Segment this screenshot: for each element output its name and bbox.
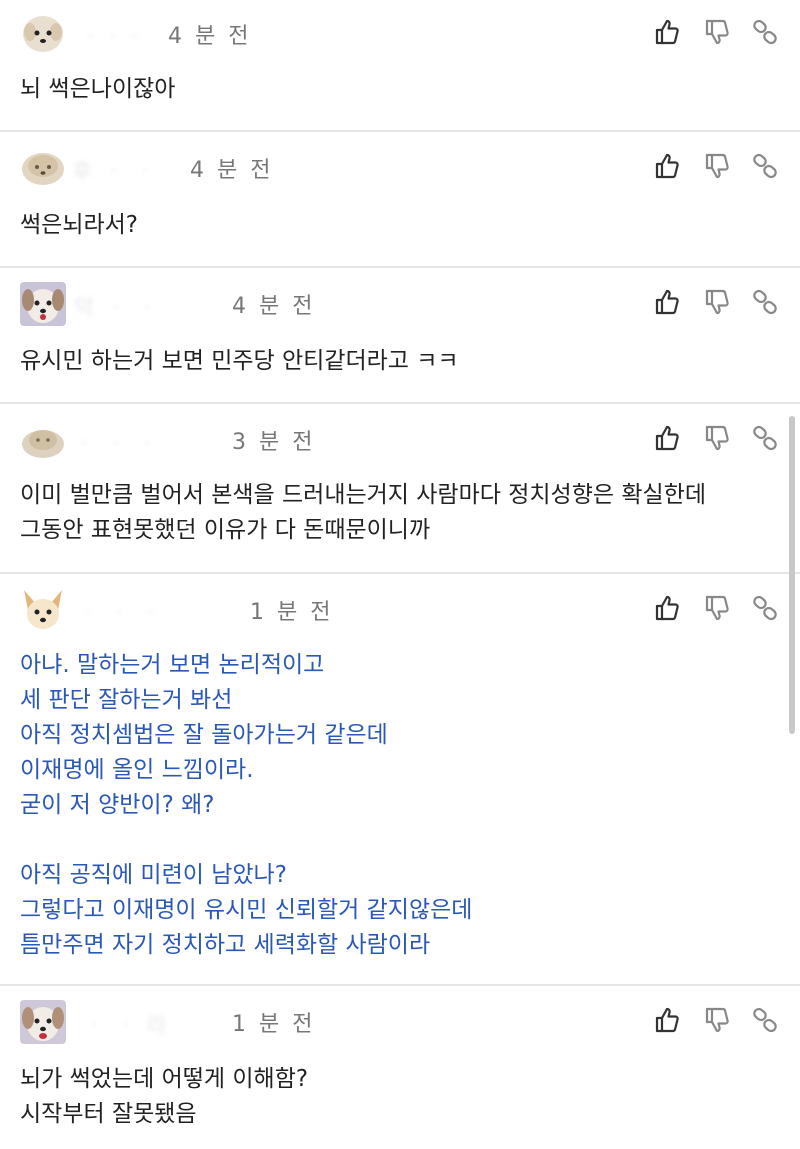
thumbs-down-icon	[705, 19, 729, 45]
share-button[interactable]	[752, 288, 778, 316]
avatar[interactable]	[20, 282, 66, 326]
thumbs-up-icon	[655, 153, 679, 179]
share-button[interactable]	[752, 1006, 778, 1034]
comment-header: ㆍ ㆍ ㆍ 3 분 전	[0, 406, 800, 470]
comment-item: ㆍ ㆍ ㆍ 1 분 전 아냐. 말하는거 보면 논리적이고 세 판단 잘하는거 …	[0, 576, 800, 986]
link-icon	[753, 19, 777, 45]
comment-header: ㆍ ㆍ ㆍ 1 분 전	[0, 576, 800, 640]
thumbs-down-icon	[705, 289, 729, 315]
thumbs-down-icon	[705, 425, 729, 451]
nickname[interactable]: ㆍ ㆍ 라	[84, 1008, 169, 1039]
comment-item: ㆍ ㆍ ㆍ 3 분 전 이미 벌만큼 벌어서 본색을 드러내는거지 사람마다 정…	[0, 406, 800, 574]
comment-text: 아냐. 말하는거 보면 논리적이고 세 판단 잘하는거 봐선 아직 정치셈법은 …	[20, 652, 473, 958]
like-button[interactable]	[654, 424, 680, 452]
dislike-button[interactable]	[704, 152, 730, 180]
comment-item: ㆍ ㆍ 라 1 분 전 뇌가 썩었는데 어떻게 이해함? 시작부터 잘못됐음	[0, 988, 800, 1149]
comment-time: 1 분 전	[232, 1012, 316, 1037]
comment-item: 악 ㆍ ㆍ 4 분 전 유시민 하는거 보면 민주당 안티같더라고 ㅋㅋ	[0, 270, 800, 404]
comment-item: 후 ㆍ ㆍ 4 분 전 썩은뇌라서?	[0, 134, 800, 268]
comment-header: ㆍ ㆍ 라 1 분 전	[0, 988, 800, 1052]
link-icon	[753, 425, 777, 451]
comment-header: ㆍㆍㆍ 4 분 전	[0, 0, 800, 64]
like-button[interactable]	[654, 594, 680, 622]
thumbs-up-icon	[655, 595, 679, 621]
comment-header: 후 ㆍ ㆍ 4 분 전	[0, 134, 800, 198]
avatar[interactable]	[20, 1000, 66, 1044]
comment-header: 악 ㆍ ㆍ 4 분 전	[0, 270, 800, 334]
nickname[interactable]: ㆍ ㆍ ㆍ	[78, 596, 163, 627]
thumbs-down-icon	[705, 153, 729, 179]
comment-text: 유시민 하는거 보면 민주당 안티같더라고 ㅋㅋ	[20, 348, 459, 374]
nickname[interactable]: 후 ㆍ ㆍ	[72, 154, 157, 185]
thumbs-up-icon	[655, 425, 679, 451]
avatar[interactable]	[20, 588, 66, 632]
comment-text: 이미 벌만큼 벌어서 본색을 드러내는거지 사람마다 정치성향은 확실한데 그동…	[20, 482, 706, 543]
dislike-button[interactable]	[704, 1006, 730, 1034]
nickname[interactable]: 악 ㆍ ㆍ	[74, 290, 159, 321]
like-button[interactable]	[654, 152, 680, 180]
like-button[interactable]	[654, 288, 680, 316]
nickname[interactable]: ㆍ ㆍ ㆍ	[74, 426, 159, 457]
link-icon	[753, 153, 777, 179]
dislike-button[interactable]	[704, 594, 730, 622]
comment-time: 1 분 전	[250, 600, 334, 625]
share-button[interactable]	[752, 18, 778, 46]
link-icon	[753, 1007, 777, 1033]
nickname[interactable]: ㆍㆍㆍ	[80, 20, 147, 51]
scrollbar[interactable]	[789, 416, 795, 734]
thumbs-up-icon	[655, 289, 679, 315]
thumbs-down-icon	[705, 595, 729, 621]
thumbs-up-icon	[655, 19, 679, 45]
thumbs-up-icon	[655, 1007, 679, 1033]
dislike-button[interactable]	[704, 18, 730, 46]
share-button[interactable]	[752, 152, 778, 180]
dislike-button[interactable]	[704, 288, 730, 316]
comment-time: 4 분 전	[168, 24, 252, 49]
comment-time: 3 분 전	[232, 430, 316, 455]
avatar[interactable]	[20, 418, 66, 462]
share-button[interactable]	[752, 424, 778, 452]
comment-text: 뇌 썩은나이잖아	[20, 76, 176, 102]
share-button[interactable]	[752, 594, 778, 622]
dislike-button[interactable]	[704, 424, 730, 452]
thumbs-down-icon	[705, 1007, 729, 1033]
comment-item: ㆍㆍㆍ 4 분 전 뇌 썩은나이잖아	[0, 0, 800, 132]
link-icon	[753, 595, 777, 621]
comment-text: 썩은뇌라서?	[20, 212, 139, 238]
avatar[interactable]	[20, 12, 66, 56]
comment-text: 뇌가 썩었는데 어떻게 이해함? 시작부터 잘못됐음	[20, 1066, 309, 1127]
like-button[interactable]	[654, 1006, 680, 1034]
like-button[interactable]	[654, 18, 680, 46]
avatar[interactable]	[20, 146, 66, 190]
comment-time: 4 분 전	[190, 158, 274, 183]
comment-time: 4 분 전	[232, 294, 316, 319]
link-icon	[753, 289, 777, 315]
